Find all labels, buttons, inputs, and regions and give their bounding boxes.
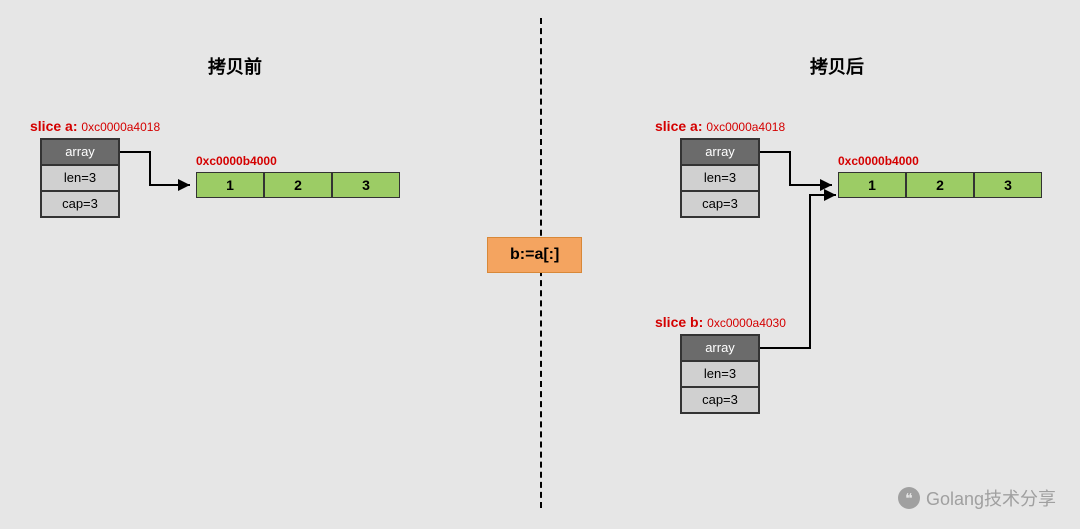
code-expression: b:=a[:] [487,237,582,273]
title-after: 拷贝后 [810,53,864,79]
struct-cap-cell: cap=3 [681,191,759,217]
arrow-b-to-array-right [760,195,850,355]
slice-a-struct-left: array len=3 cap=3 [40,138,120,218]
backing-array-right: 1 2 3 [838,172,1042,198]
slice-b-struct-right: array len=3 cap=3 [680,334,760,414]
struct-array-cell: array [681,335,759,361]
slice-a-struct-right: array len=3 cap=3 [680,138,760,218]
array-addr-right: 0xc0000b4000 [838,154,919,168]
struct-cap-cell: cap=3 [681,387,759,413]
array-cell: 3 [974,172,1042,198]
struct-len-cell: len=3 [681,361,759,387]
slice-a-addr: 0xc0000a4018 [706,120,785,134]
struct-len-cell: len=3 [41,165,119,191]
slice-b-name: slice b [655,314,699,330]
array-cell: 1 [196,172,264,198]
arrow-a-to-array-right [760,150,840,190]
slice-a-name: slice a [30,118,73,134]
array-cell: 2 [906,172,974,198]
array-cell: 2 [264,172,332,198]
title-before: 拷贝前 [208,53,262,79]
wechat-icon: ❝ [898,487,920,509]
arrow-a-to-array-left [120,150,200,190]
struct-cap-cell: cap=3 [41,191,119,217]
watermark: ❝ Golang技术分享 [898,485,1056,511]
slice-a-name: slice a [655,118,698,134]
watermark-text: Golang技术分享 [926,485,1056,511]
slice-a-label-right: slice a: 0xc0000a4018 [655,118,785,134]
backing-array-left: 1 2 3 [196,172,400,198]
slice-a-addr: 0xc0000a4018 [81,120,160,134]
struct-array-cell: array [681,139,759,165]
array-addr-left: 0xc0000b4000 [196,154,277,168]
struct-len-cell: len=3 [681,165,759,191]
slice-a-label-left: slice a: 0xc0000a4018 [30,118,160,134]
struct-array-cell: array [41,139,119,165]
array-cell: 3 [332,172,400,198]
